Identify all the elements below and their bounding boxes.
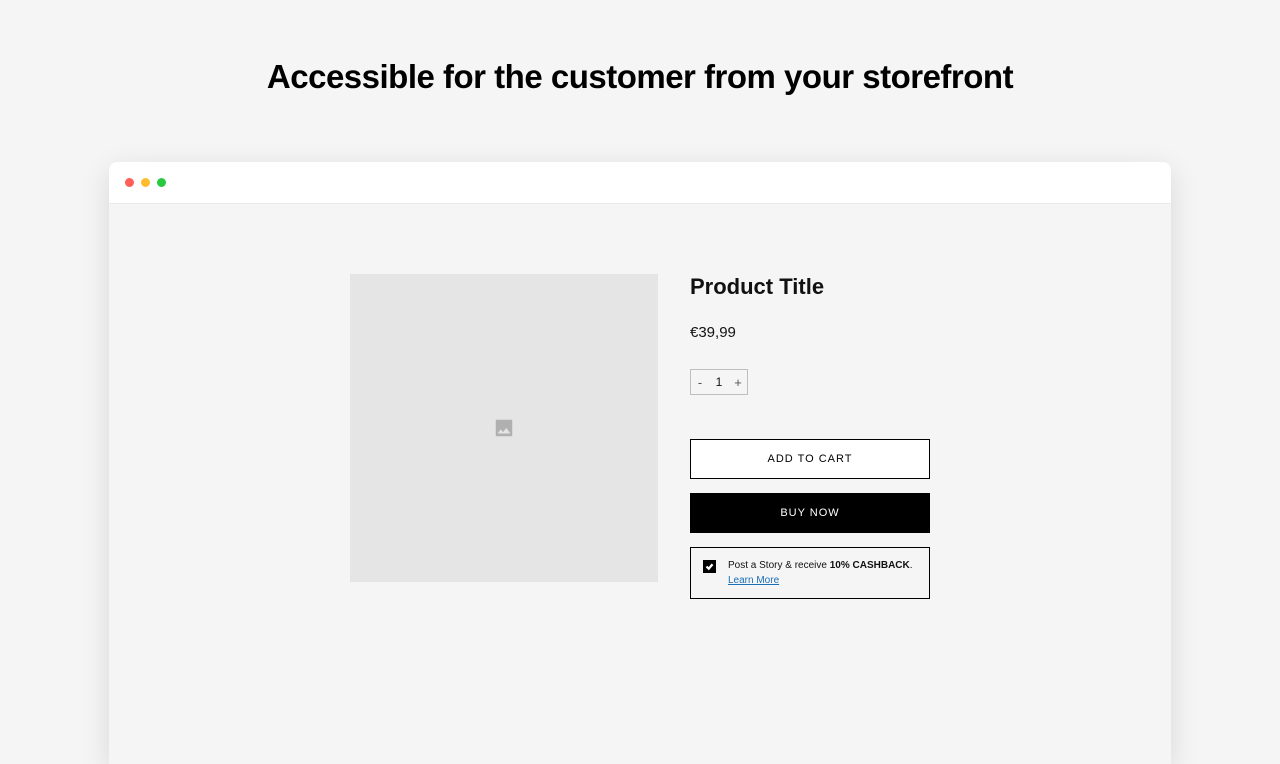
close-window-icon[interactable] <box>125 178 134 187</box>
image-icon <box>493 417 515 439</box>
cashback-prefix: Post a Story & receive <box>728 560 830 571</box>
cashback-checkbox[interactable] <box>703 560 716 573</box>
page-headline: Accessible for the customer from your st… <box>0 0 1280 96</box>
add-to-cart-button[interactable]: ADD TO CART <box>690 439 930 479</box>
product-layout: Product Title €39,99 - 1 + ADD TO CART B… <box>350 274 930 764</box>
learn-more-link[interactable]: Learn More <box>728 575 779 586</box>
quantity-stepper[interactable]: - 1 + <box>690 369 748 395</box>
cashback-offer-box: Post a Story & receive 10% CASHBACK. Lea… <box>690 547 930 599</box>
browser-viewport: Product Title €39,99 - 1 + ADD TO CART B… <box>109 204 1171 764</box>
minimize-window-icon[interactable] <box>141 178 150 187</box>
cashback-suffix: . <box>910 560 913 571</box>
browser-window: Product Title €39,99 - 1 + ADD TO CART B… <box>109 162 1171 764</box>
checkmark-icon <box>705 562 714 571</box>
buy-now-button[interactable]: BUY NOW <box>690 493 930 533</box>
product-title: Product Title <box>690 274 930 300</box>
product-details: Product Title €39,99 - 1 + ADD TO CART B… <box>690 274 930 764</box>
quantity-value: 1 <box>709 375 729 389</box>
product-price: €39,99 <box>690 324 930 341</box>
cashback-highlight: 10% CASHBACK <box>830 560 910 571</box>
quantity-decrease-button[interactable]: - <box>691 370 709 394</box>
quantity-increase-button[interactable]: + <box>729 370 747 394</box>
cashback-text: Post a Story & receive 10% CASHBACK. Lea… <box>728 558 913 588</box>
maximize-window-icon[interactable] <box>157 178 166 187</box>
product-image-placeholder <box>350 274 658 582</box>
browser-titlebar <box>109 162 1171 204</box>
